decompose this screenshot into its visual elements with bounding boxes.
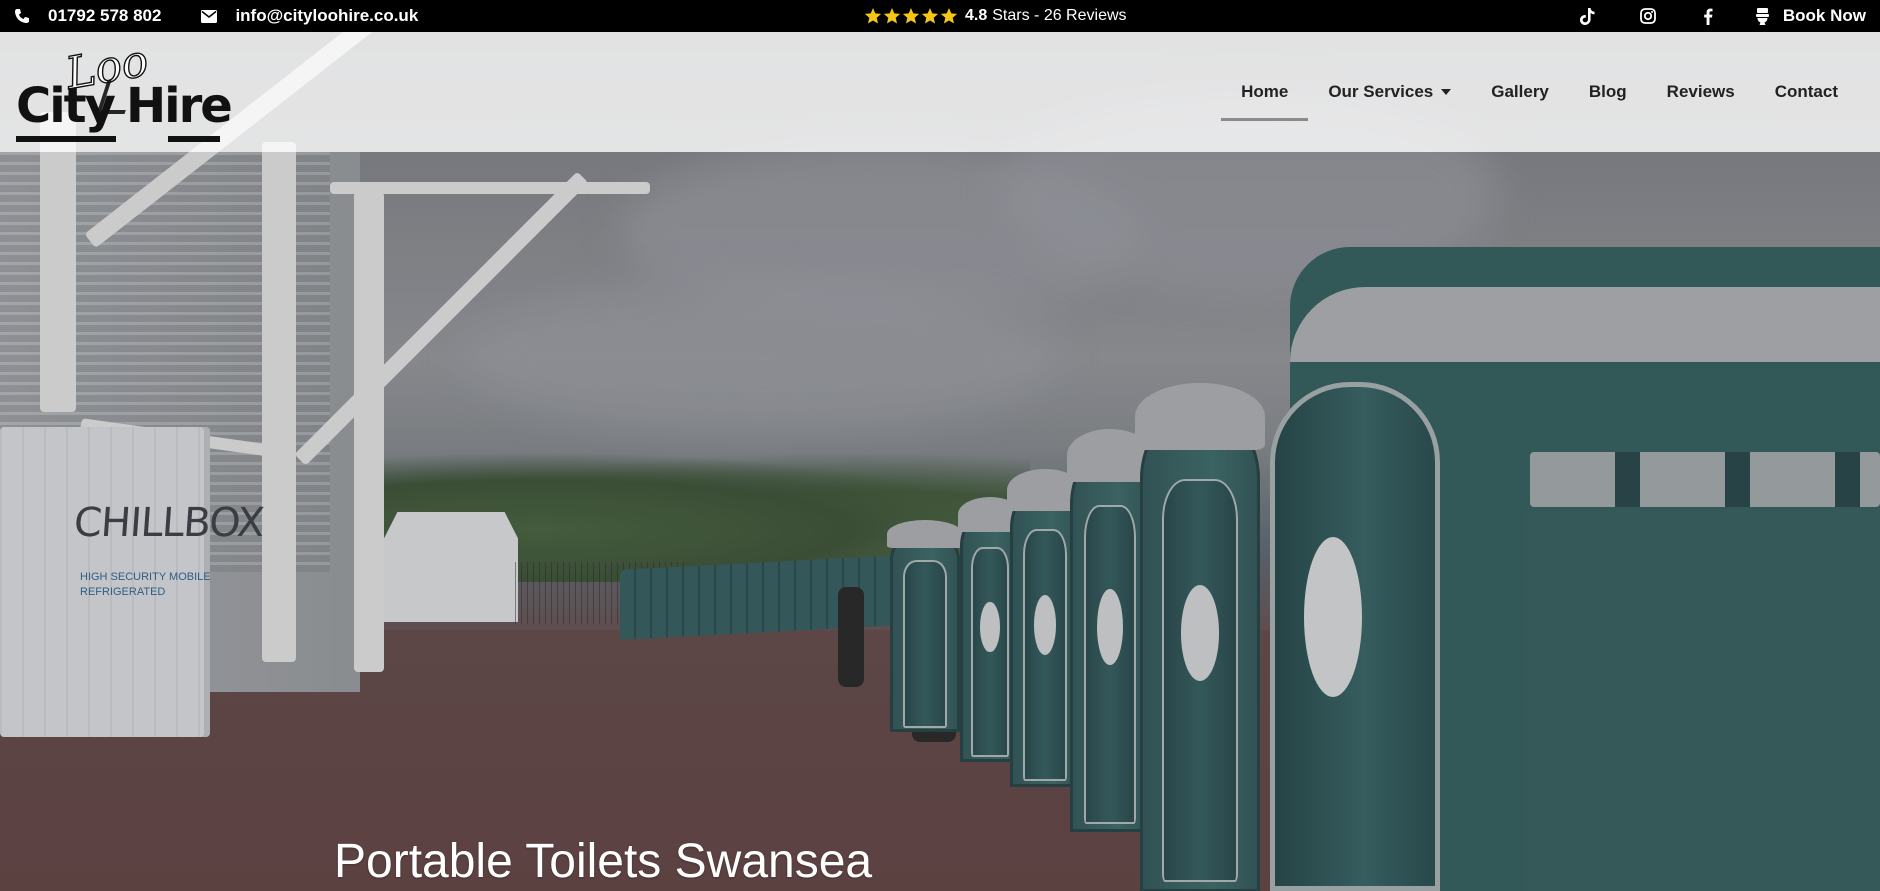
tiktok-link[interactable]	[1578, 6, 1598, 26]
logo-underline	[16, 136, 116, 142]
nav-gallery[interactable]: Gallery	[1471, 71, 1569, 113]
email-link[interactable]: info@cityloohire.co.uk	[201, 6, 418, 26]
instagram-link[interactable]	[1638, 6, 1658, 26]
toilet-icon	[1755, 7, 1769, 25]
facebook-link[interactable]	[1698, 6, 1718, 26]
star-icon	[940, 7, 958, 24]
book-now-label[interactable]: Book Now	[1783, 6, 1866, 26]
logo-underline	[168, 136, 220, 142]
contact-info: 01792 578 802 info@cityloohire.co.uk	[14, 0, 458, 32]
envelope-icon	[201, 9, 218, 23]
star-icon	[902, 7, 920, 24]
phone-icon	[15, 9, 29, 23]
nav-blog[interactable]: Blog	[1569, 71, 1647, 113]
caret-down-icon[interactable]	[1441, 89, 1452, 95]
nav-home-label[interactable]: Home	[1241, 82, 1288, 102]
nav-contact[interactable]: Contact	[1755, 71, 1858, 113]
nav-reviews-label[interactable]: Reviews	[1667, 82, 1735, 102]
hero-title: Portable Toilets Swansea	[334, 835, 873, 888]
nav-gallery-label[interactable]: Gallery	[1491, 82, 1549, 102]
hero-overlay	[0, 32, 1880, 891]
rating-stars	[864, 7, 959, 25]
top-bar: 01792 578 802 info@cityloohire.co.uk 4.8…	[0, 0, 1880, 32]
rating-text: Stars - 26 Reviews	[992, 7, 1127, 24]
nav-reviews[interactable]: Reviews	[1647, 71, 1755, 113]
phone-link[interactable]: 01792 578 802	[14, 6, 161, 26]
facebook-icon	[1704, 8, 1713, 25]
nav-home[interactable]: Home	[1221, 71, 1309, 121]
star-icon	[883, 7, 901, 24]
tiktok-icon	[1580, 7, 1595, 25]
nav-blog-label[interactable]: Blog	[1589, 82, 1627, 102]
chillbox-subtitle: HIGH SECURITY MOBILE REFRIGERATED	[80, 570, 211, 600]
star-icon	[864, 7, 882, 24]
main-nav: Home Our Services Gallery Blog Reviews C…	[1221, 32, 1858, 152]
chillbox-subtitle-line: HIGH SECURITY MOBILE	[80, 571, 211, 583]
email-address[interactable]: info@cityloohire.co.uk	[235, 6, 418, 26]
nav-contact-label[interactable]: Contact	[1775, 82, 1838, 102]
nav-our-services[interactable]: Our Services	[1308, 71, 1471, 113]
nav-our-services-label[interactable]: Our Services	[1328, 82, 1433, 102]
instagram-icon	[1639, 8, 1656, 24]
chillbox-subtitle-line: REFRIGERATED	[80, 586, 166, 598]
hero-section	[0, 32, 1880, 891]
chillbox-brand: CHILLBOX	[72, 500, 266, 546]
star-icon	[921, 7, 939, 24]
logo-hire-text: Hire	[126, 78, 233, 134]
social-links: Book Now	[1538, 0, 1866, 32]
phone-number[interactable]: 01792 578 802	[48, 6, 161, 26]
rating-summary[interactable]: 4.8 Stars - 26 Reviews	[864, 0, 1127, 32]
rating-value: 4.8	[965, 7, 988, 24]
site-logo[interactable]: Loo City Hire	[16, 35, 233, 142]
book-now-link[interactable]: Book Now	[1755, 6, 1866, 26]
